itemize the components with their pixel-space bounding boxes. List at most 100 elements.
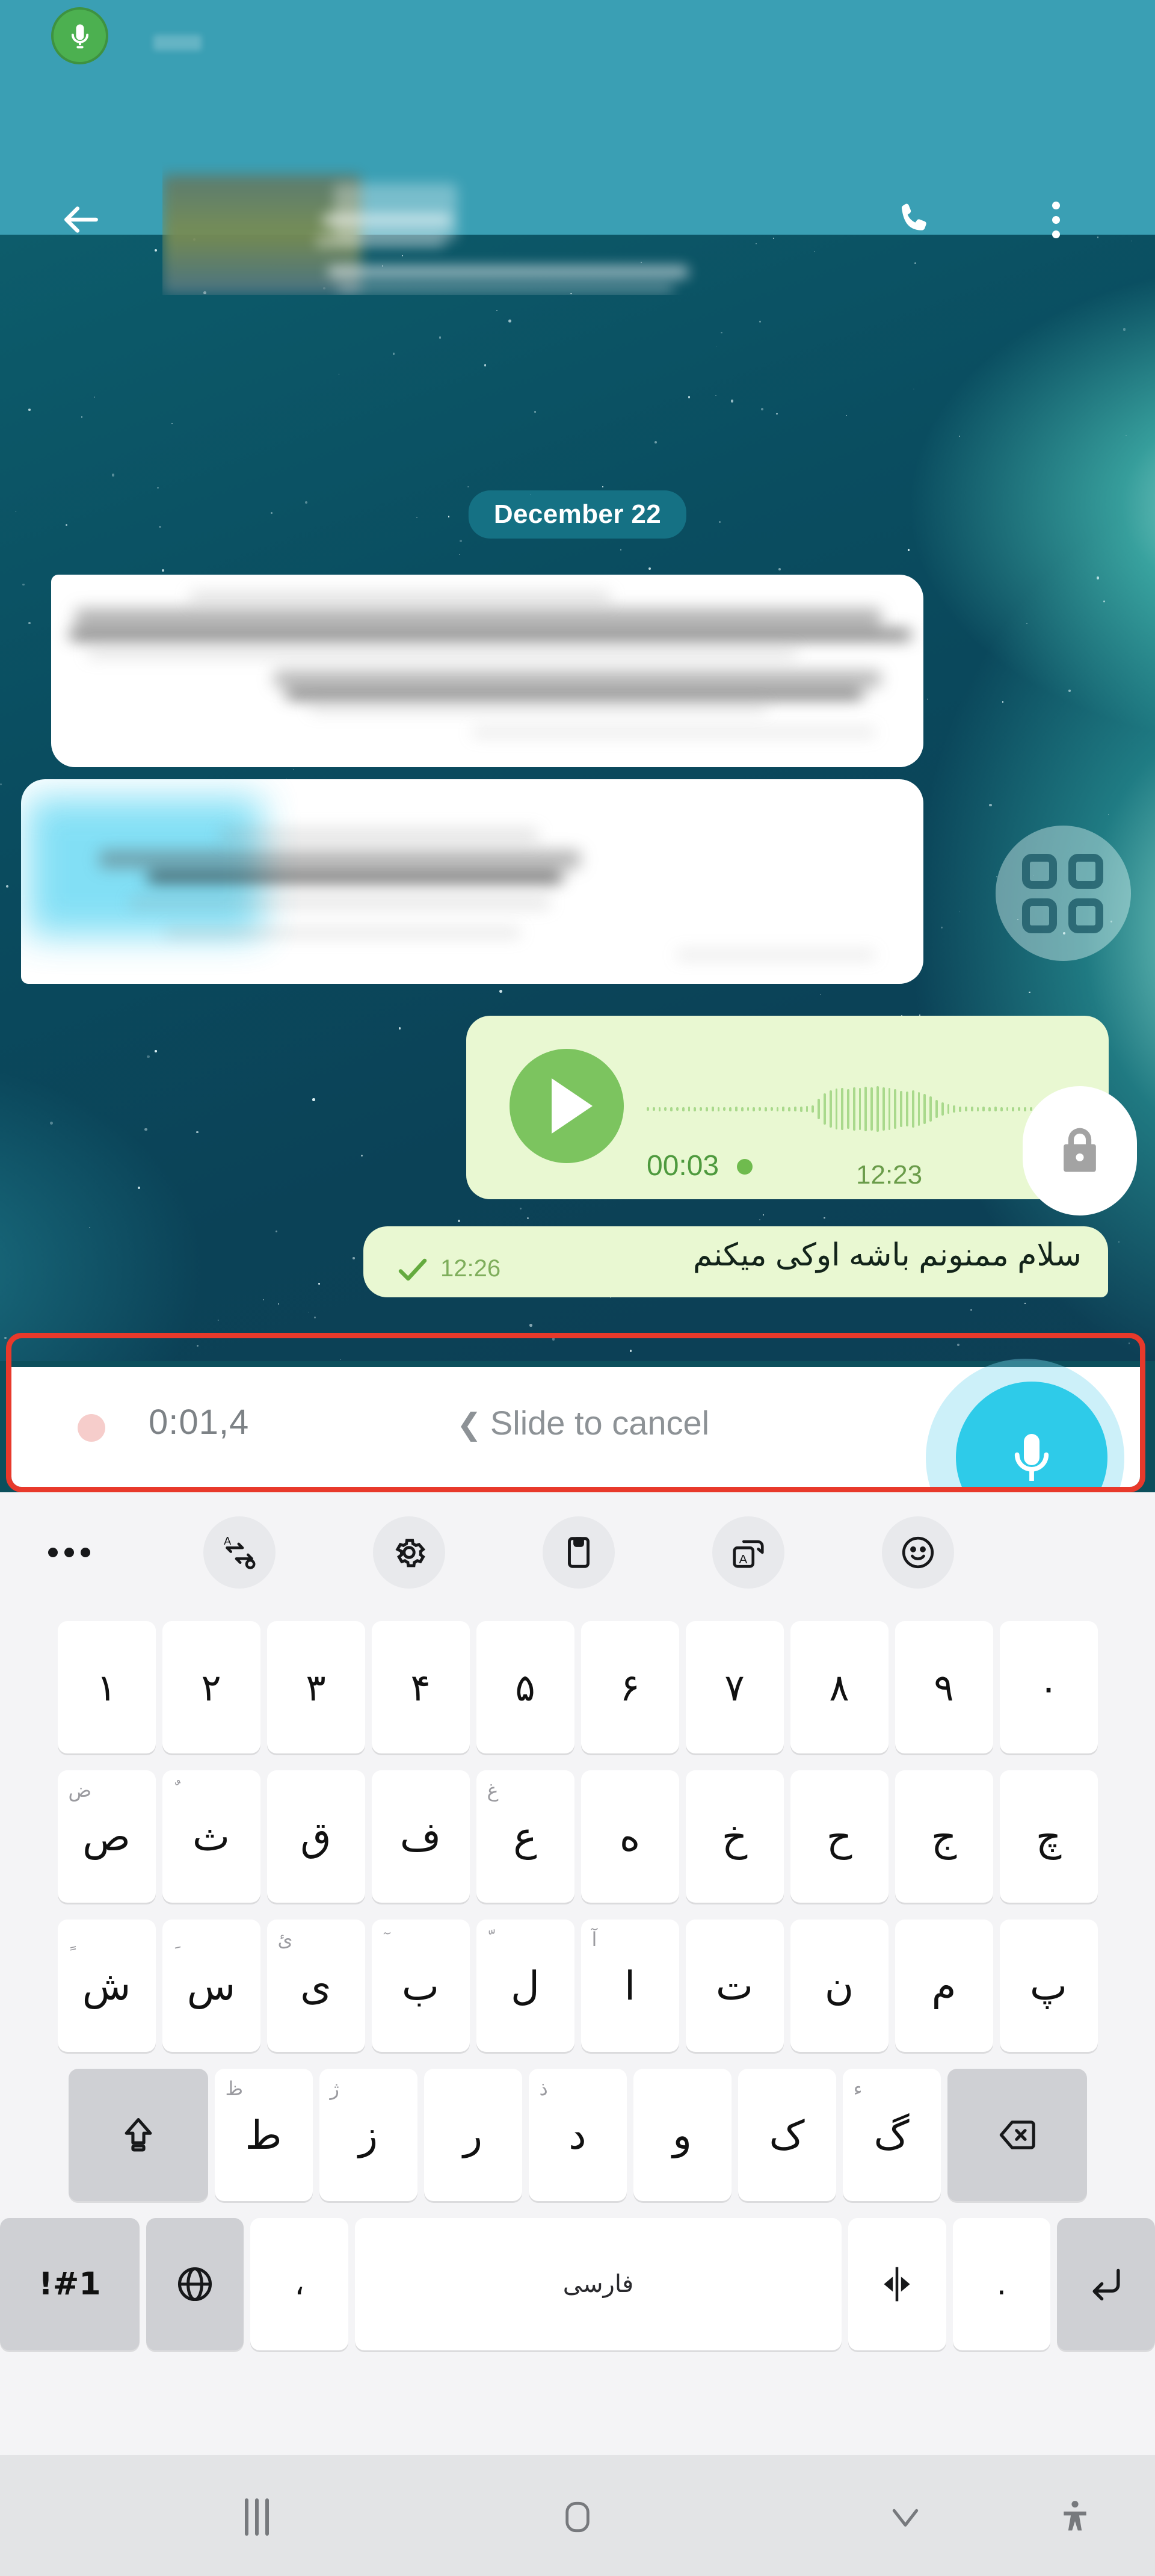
key-۰[interactable]: ۰	[999, 1621, 1098, 1753]
home-icon[interactable]	[532, 2472, 623, 2562]
key-۶[interactable]: ۶	[581, 1621, 679, 1753]
key-label: ت	[715, 1962, 754, 2009]
key-ش[interactable]: ٍش	[57, 1920, 156, 2052]
text-direction-icon[interactable]	[848, 2218, 946, 2350]
message-text: سلام ممنونم باشه اوکی میکنم	[692, 1238, 1082, 1273]
key-label: ع	[513, 1813, 537, 1860]
translate-icon[interactable]: A	[712, 1516, 784, 1589]
mic-recording-icon	[51, 7, 108, 64]
key-ز[interactable]: ژز	[319, 2069, 417, 2201]
phone-call-icon[interactable]	[878, 184, 950, 256]
key-ب[interactable]: ٓب	[371, 1920, 470, 2052]
key-!#1[interactable]: !#1	[0, 2218, 140, 2350]
keyboard-row-numbers: ۱ ۲ ۳ ۴ ۵ ۶ ۷ ۸ ۹ ۰	[0, 1613, 1155, 1762]
key-.[interactable]: .	[952, 2218, 1051, 2350]
key-۱[interactable]: ۱	[57, 1621, 156, 1753]
key-ک[interactable]: ک	[738, 2069, 836, 2201]
clipboard-icon[interactable]	[543, 1516, 615, 1589]
text-swap-icon[interactable]: A	[203, 1516, 276, 1589]
recording-indicator-dot	[78, 1414, 105, 1442]
keyboard-row-bottom: !#1 ، فارسی.	[0, 2210, 1155, 2359]
key-و[interactable]: و	[633, 2069, 732, 2201]
key-۸[interactable]: ۸	[790, 1621, 889, 1753]
key-label: گ	[873, 2111, 910, 2158]
key-ع[interactable]: غع	[476, 1770, 574, 1903]
voice-recording-bar: 0:01,4 ❮ Slide to cancel	[11, 1359, 1140, 1487]
incoming-message-bubble[interactable]	[21, 779, 923, 984]
status-bar	[0, 0, 1155, 72]
back-arrow-icon[interactable]	[45, 184, 117, 256]
incoming-message-bubble[interactable]	[51, 575, 923, 767]
date-divider: December 22	[468, 490, 687, 539]
key-label: ۲	[201, 1665, 221, 1710]
key-label: ۴	[410, 1665, 431, 1710]
key-label: ج	[931, 1813, 957, 1860]
key-۲[interactable]: ۲	[162, 1621, 260, 1753]
key-label: .	[996, 2266, 1007, 2302]
smiley-icon[interactable]	[882, 1516, 954, 1589]
key-۴[interactable]: ۴	[371, 1621, 470, 1753]
key-ف[interactable]: ف	[371, 1770, 470, 1903]
key-ت[interactable]: ت	[685, 1920, 784, 2052]
apps-grid-icon[interactable]	[996, 826, 1131, 961]
three-dots-icon[interactable]	[33, 1516, 105, 1589]
system-navigation-bar	[0, 2455, 1155, 2576]
key-۷[interactable]: ۷	[685, 1621, 784, 1753]
key-پ[interactable]: پ	[999, 1920, 1098, 2052]
key-گ[interactable]: ءگ	[842, 2069, 941, 2201]
key-م[interactable]: م	[895, 1920, 993, 2052]
key-label: و	[673, 2111, 692, 2158]
key-س[interactable]: ِس	[162, 1920, 260, 2052]
key-label: ب	[401, 1962, 440, 2009]
backspace-icon[interactable]	[947, 2069, 1087, 2201]
shift-icon[interactable]	[68, 2069, 208, 2201]
lock-icon[interactable]	[1023, 1086, 1137, 1215]
key-۳[interactable]: ۳	[266, 1621, 365, 1753]
voice-message-bubble[interactable]: 00:03 12:23	[466, 1016, 1109, 1199]
key-ث[interactable]: ٌث	[162, 1770, 260, 1903]
key-ر[interactable]: ر	[424, 2069, 522, 2201]
outgoing-message-bubble[interactable]: سلام ممنونم باشه اوکی میکنم 12:26	[363, 1226, 1108, 1297]
enter-icon[interactable]	[1057, 2218, 1155, 2350]
key-ط[interactable]: ظط	[214, 2069, 313, 2201]
slide-to-cancel-hint[interactable]: ❮ Slide to cancel	[457, 1403, 709, 1442]
globe-icon[interactable]	[146, 2218, 244, 2350]
key-alt-label: ئ	[277, 1928, 293, 1951]
contact-header-blurred[interactable]	[162, 162, 758, 295]
play-icon[interactable]	[510, 1049, 624, 1163]
chat-app-bar	[0, 72, 1155, 295]
recents-icon[interactable]	[212, 2472, 302, 2562]
key-label: ۵	[515, 1665, 535, 1710]
key-label: ۳	[306, 1665, 326, 1710]
recording-timer: 0:01,4	[149, 1403, 250, 1442]
key-ج[interactable]: ج	[895, 1770, 993, 1903]
key-ه[interactable]: ه	[581, 1770, 679, 1903]
key-ق[interactable]: ق	[266, 1770, 365, 1903]
key-label: !#1	[38, 2266, 101, 2302]
key-ا[interactable]: آا	[581, 1920, 679, 2052]
key-label: ز	[359, 2111, 378, 2158]
key-ص[interactable]: ضص	[57, 1770, 156, 1903]
key-alt-label: ظ	[225, 2077, 244, 2100]
key-label: ق	[300, 1813, 331, 1860]
audio-waveform[interactable]	[647, 1085, 1056, 1133]
key-ن[interactable]: ن	[790, 1920, 889, 2052]
chevron-down-icon[interactable]	[860, 2472, 950, 2562]
key-ی[interactable]: ئی	[266, 1920, 365, 2052]
key-د[interactable]: ذد	[528, 2069, 627, 2201]
key-،[interactable]: ،	[250, 2218, 349, 2350]
slide-to-cancel-label: Slide to cancel	[490, 1404, 710, 1442]
overflow-menu-icon[interactable]	[1023, 184, 1089, 256]
key-۵[interactable]: ۵	[476, 1621, 574, 1753]
key-۹[interactable]: ۹	[895, 1621, 993, 1753]
chevron-left-icon: ❮	[457, 1407, 482, 1441]
key-ح[interactable]: ح	[790, 1770, 889, 1903]
key-alt-label: ض	[68, 1779, 92, 1802]
key-فارسی[interactable]: فارسی	[355, 2218, 842, 2350]
key-ل[interactable]: ّل	[476, 1920, 574, 2052]
key-چ[interactable]: چ	[999, 1770, 1098, 1903]
accessibility-icon[interactable]	[1030, 2472, 1120, 2562]
key-label: فارسی	[562, 2270, 634, 2298]
gear-icon[interactable]	[373, 1516, 445, 1589]
key-خ[interactable]: خ	[685, 1770, 784, 1903]
